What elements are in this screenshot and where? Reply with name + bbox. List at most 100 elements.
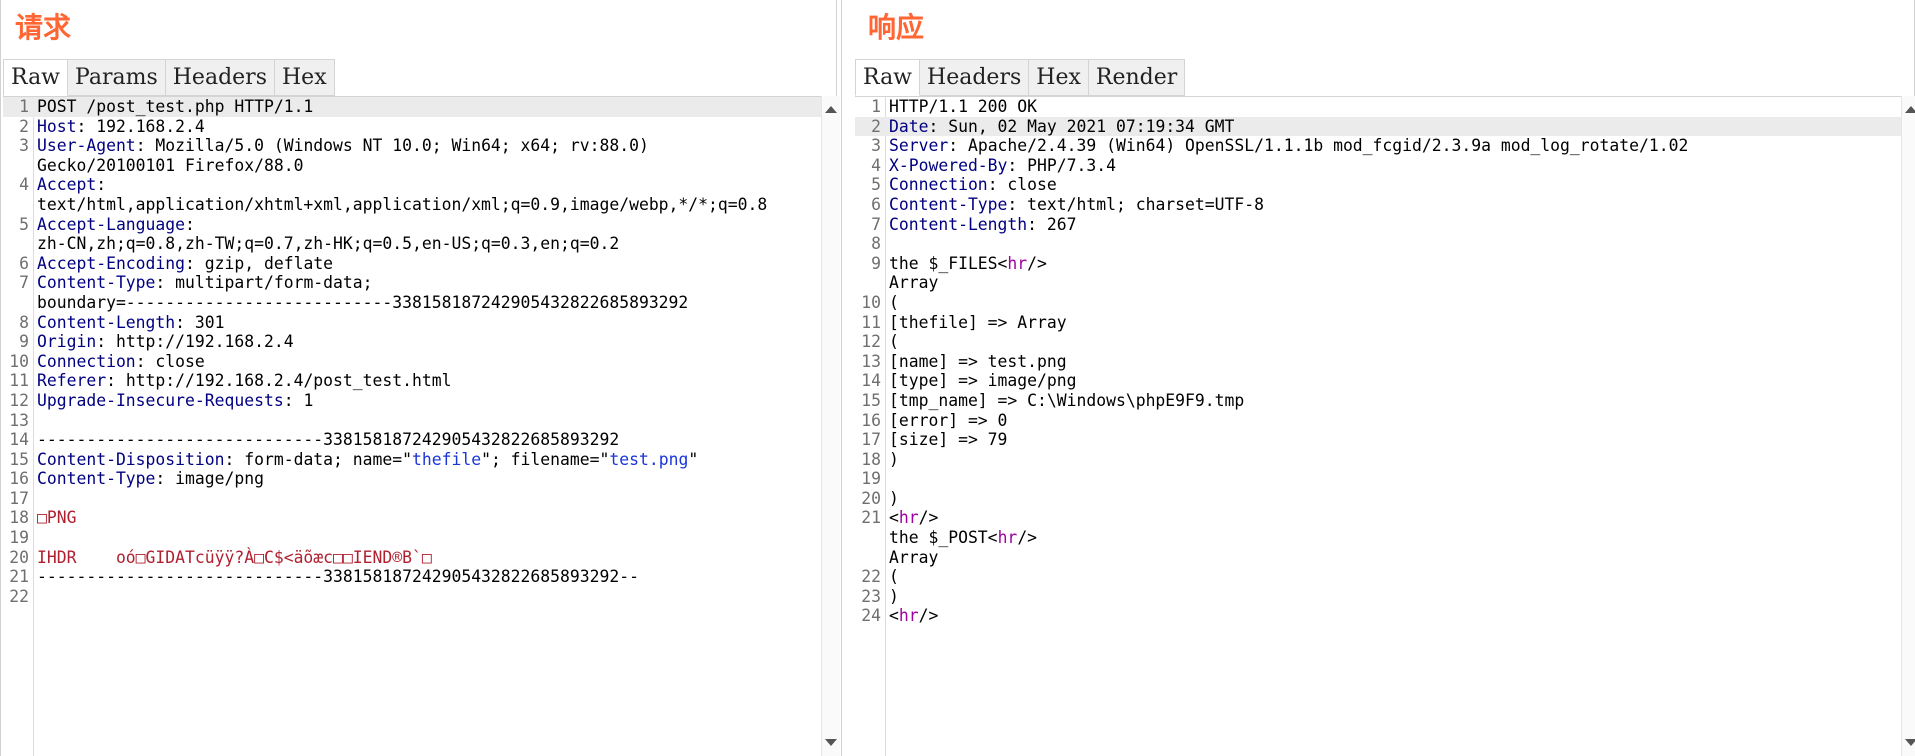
token: : 267 [1027,214,1077,234]
code-line[interactable]: 17 [size] => 79 [855,430,1903,450]
code-line[interactable]: 20 IHDR oó□GIDATcüÿÿ?À□C$<äõæc□□IEND®B`□ [3,548,821,568]
code-line[interactable]: 11 [thefile] => Array [855,313,1903,333]
code-line[interactable]: 22 ( [855,567,1903,587]
token: X-Powered-By [889,155,1008,175]
request-editor[interactable]: 1 POST /post_test.php HTTP/1.1 2 Host: 192.… [3,96,822,756]
code-line[interactable]: 19 [3,528,821,548]
response-tab-headers[interactable]: Headers [919,59,1030,96]
code-line[interactable]: 17 [3,489,821,509]
line-text: ) [889,450,1889,470]
request-scrollbar[interactable] [821,96,840,756]
code-line[interactable]: 16 Content-Type: image/png [3,469,821,489]
line-number: 3 [871,136,881,156]
code-line[interactable]: 3 Server: Apache/2.4.39 (Win64) OpenSSL/1… [855,136,1903,156]
token: /> [918,606,939,626]
code-line[interactable]: 5 Accept-Language: [3,215,821,235]
code-line[interactable]: 19 [855,469,1903,489]
token: Array [889,547,939,567]
code-line[interactable]: 8 [855,234,1903,254]
line-text: -----------------------------33815818724… [37,567,807,587]
token: User-Agent [37,136,136,156]
code-line[interactable]: 15 Content-Disposition: form-data; name="… [3,450,821,470]
line-number: 10 [861,292,881,312]
code-line[interactable]: 9 Origin: http://192.168.2.4 [3,332,821,352]
code-line[interactable]: 13 [name] => test.png [855,352,1903,372]
token: Date [889,116,929,136]
response-editor[interactable]: 1 HTTP/1.1 200 OK 2 Date: Sun, 02 May 2021 … [855,96,1904,756]
chevron-up-icon[interactable] [1905,106,1915,113]
code-line[interactable]: 2 Host: 192.168.2.4 [3,117,821,137]
code-line[interactable]: 13 [3,411,821,431]
response-tab-raw[interactable]: Raw [855,59,921,96]
request-tab-hex[interactable]: Hex [273,59,335,96]
request-tab-params[interactable]: Params [67,59,166,96]
response-pane-title: 响应 [868,11,925,44]
code-line[interactable]: 1 POST /post_test.php HTTP/1.1 [3,97,821,117]
line-text: X-Powered-By: PHP/7.3.4 [889,156,1889,176]
token: /> [1027,253,1047,273]
code-line[interactable]: 7 Content-Type: multipart/form-data; [3,273,821,293]
line-number: 11 [9,371,29,391]
code-line[interactable]: 4 X-Powered-By: PHP/7.3.4 [855,156,1903,176]
code-line[interactable]: the $_POST<hr/> [855,528,1903,548]
token: Content-Length [37,312,176,332]
code-line[interactable]: 9 the $_FILES<hr/> [855,254,1903,274]
code-line[interactable]: 6 Content-Type: text/html; charset=UTF-8 [855,195,1903,215]
token: : form-data; name=" [224,449,413,469]
line-text: Host: 192.168.2.4 [37,117,807,137]
chevron-up-icon[interactable] [825,106,837,113]
line-text: Content-Type: multipart/form-data; [37,273,807,293]
token: Array [889,273,939,293]
response-tab-hex[interactable]: Hex [1028,59,1089,96]
token: : Apache/2.4.39 (Win64) OpenSSL/1.1.1b m… [948,136,1689,156]
code-line[interactable]: 22 [3,587,821,607]
code-line[interactable]: 21 -----------------------------338158187… [3,567,821,587]
line-number: 9 [871,253,881,273]
code-line[interactable]: 21 <hr/> [855,508,1903,528]
line-text: -----------------------------33815818724… [37,430,807,450]
code-line[interactable]: 3 User-Agent: Mozilla/5.0 (Windows NT 10.… [3,136,821,156]
response-tab-render[interactable]: Render [1087,59,1186,96]
token: hr [898,508,919,528]
line-number: 7 [871,214,881,234]
code-line[interactable]: 2 Date: Sun, 02 May 2021 07:19:34 GMT [855,116,1903,137]
code-line[interactable]: 8 Content-Length: 301 [3,313,821,333]
code-line[interactable]: zh-CN,zh;q=0.8,zh-TW;q=0.7,zh-HK;q=0.5,e… [3,234,821,254]
code-line[interactable]: 20) [855,489,1903,509]
code-line[interactable]: 11 Referer: http://192.168.2.4/post_test.… [3,371,821,391]
code-line[interactable]: 24 <hr/> [855,606,1903,626]
code-line[interactable]: 18 □PNG [3,508,821,528]
request-tab-raw[interactable]: Raw [3,59,69,96]
line-number: 18 [9,508,29,528]
code-line[interactable]: 23) [855,587,1903,607]
code-line[interactable]: 6 Accept-Encoding: gzip, deflate [3,254,821,274]
code-line[interactable]: 12 ( [855,332,1903,352]
line-number: 17 [861,430,881,450]
code-line[interactable]: text/html,application/xhtml+xml,applicat… [3,195,821,215]
chevron-down-icon[interactable] [1905,739,1915,746]
code-line[interactable]: 15 [tmp_name] => C:\Windows\phpE9F9.tmp [855,391,1903,411]
code-line[interactable]: 14 [type] => image/png [855,371,1903,391]
code-line[interactable]: 10 ( [855,293,1903,313]
code-line[interactable]: Gecko/20100101 Firefox/88.0 [3,156,821,176]
chevron-down-icon[interactable] [825,739,837,746]
code-line[interactable]: boundary=---------------------------3381… [3,293,821,313]
code-line[interactable]: 5 Connection: close [855,175,1903,195]
code-line[interactable]: 18) [855,450,1903,470]
code-line[interactable]: 7 Content-Length: 267 [855,215,1903,235]
code-line[interactable]: Array [855,273,1903,293]
token: ( [889,567,899,587]
code-line[interactable]: 1 HTTP/1.1 200 OK [855,97,1903,117]
code-line[interactable]: Array [855,548,1903,568]
code-line[interactable]: 16 [error] => 0 [855,411,1903,431]
token: Accept-Language [37,214,186,234]
response-lines: 1 HTTP/1.1 200 OK 2 Date: Sun, 02 May 2021 … [855,97,1903,626]
code-line[interactable]: 10 Connection: close [3,352,821,372]
token: : [185,214,195,234]
request-tab-headers[interactable]: Headers [164,59,275,96]
response-scrollbar[interactable] [1901,96,1915,756]
code-line[interactable]: 4 Accept: [3,175,821,195]
code-line[interactable]: 14 -----------------------------338158187… [3,430,821,450]
line-text: ) [889,489,1889,509]
code-line[interactable]: 12 Upgrade-Insecure-Requests: 1 [3,391,821,411]
